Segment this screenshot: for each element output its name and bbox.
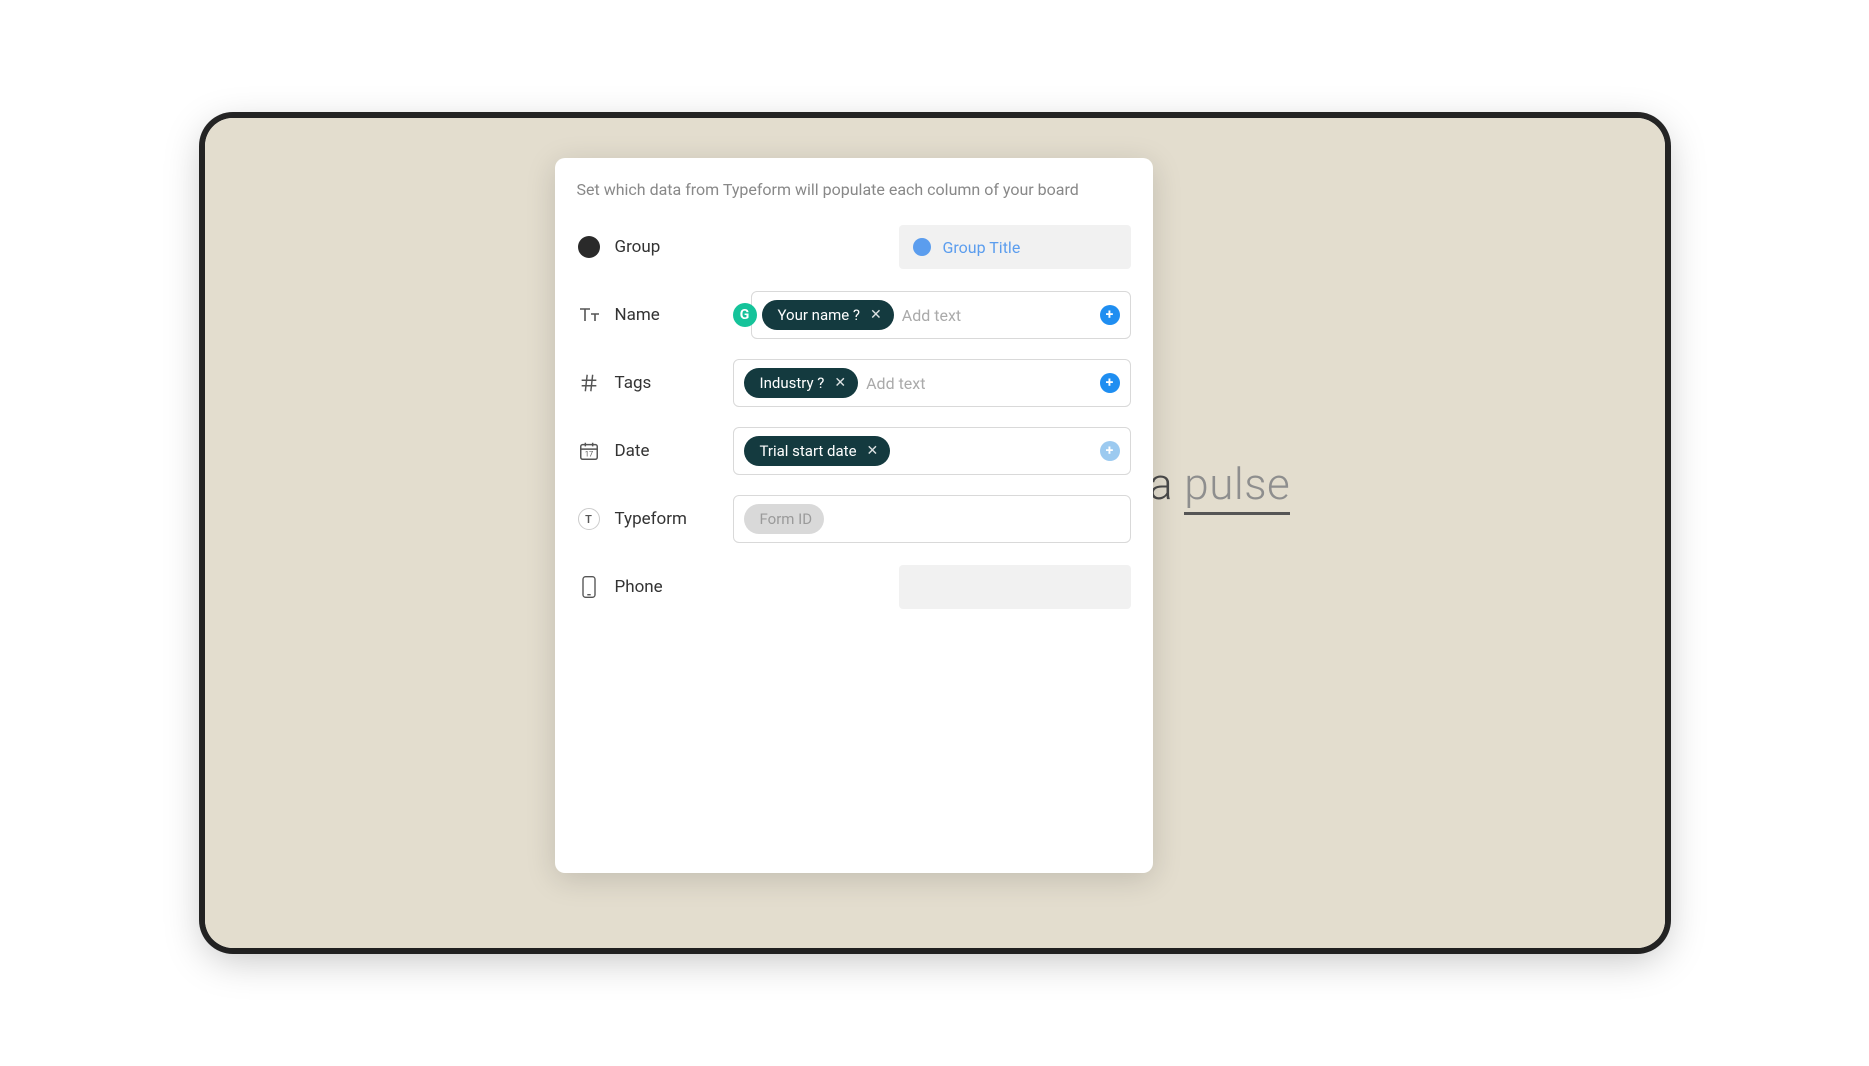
row-left-phone: Phone bbox=[577, 575, 733, 599]
row-label-phone: Phone bbox=[615, 577, 663, 597]
group-title-text: Group Title bbox=[943, 238, 1021, 257]
row-label-typeform: Typeform bbox=[615, 509, 687, 529]
row-left-name: Name bbox=[577, 303, 733, 327]
tags-field[interactable]: Industry ? ✕ Add text + bbox=[733, 359, 1131, 407]
row-label-date: Date bbox=[615, 441, 650, 461]
tags-add-button[interactable]: + bbox=[1100, 373, 1120, 393]
row-typeform: T Typeform Form ID bbox=[577, 495, 1131, 543]
phone-icon bbox=[577, 575, 601, 599]
row-left-tags: Tags bbox=[577, 371, 733, 395]
t-circle-icon: T bbox=[578, 508, 600, 530]
row-left-date: 17 Date bbox=[577, 439, 733, 463]
row-date: 17 Date Trial start date ✕ + bbox=[577, 427, 1131, 475]
row-label-tags: Tags bbox=[615, 373, 652, 393]
tags-placeholder: Add text bbox=[866, 374, 1091, 393]
text-icon bbox=[577, 303, 601, 327]
group-title-box[interactable]: Group Title bbox=[899, 225, 1131, 269]
date-pill-label: Trial start date bbox=[760, 442, 857, 460]
typeform-icon: T bbox=[577, 507, 601, 531]
row-right-tags: Industry ? ✕ Add text + bbox=[733, 359, 1131, 407]
tags-pill-remove-icon[interactable]: ✕ bbox=[834, 375, 846, 391]
typeform-pill-label: Form ID bbox=[760, 510, 813, 528]
group-icon bbox=[577, 235, 601, 259]
row-right-phone bbox=[733, 565, 1131, 609]
row-label-name: Name bbox=[615, 305, 660, 325]
mapping-panel: Set which data from Typeform will popula… bbox=[555, 158, 1153, 873]
typeform-field[interactable]: Form ID bbox=[733, 495, 1131, 543]
name-pill-remove-icon[interactable]: ✕ bbox=[870, 307, 882, 323]
row-right-group: Group Title bbox=[733, 225, 1131, 269]
device-frame: e a pulse Set which data from Typeform w… bbox=[205, 118, 1665, 948]
row-right-date: Trial start date ✕ + bbox=[733, 427, 1131, 475]
row-label-group: Group bbox=[615, 237, 661, 257]
plus-icon: + bbox=[1106, 443, 1114, 459]
hash-icon bbox=[577, 371, 601, 395]
row-group: Group Group Title bbox=[577, 223, 1131, 271]
tags-pill-label: Industry ? bbox=[760, 374, 825, 392]
row-name: Name G Your name ? ✕ Add text + bbox=[577, 291, 1131, 339]
tags-pill[interactable]: Industry ? ✕ bbox=[744, 368, 859, 398]
name-field[interactable]: Your name ? ✕ Add text + bbox=[751, 291, 1131, 339]
phone-empty-box[interactable] bbox=[899, 565, 1131, 609]
name-pill-label: Your name ? bbox=[778, 306, 861, 324]
name-pill[interactable]: Your name ? ✕ bbox=[762, 300, 894, 330]
panel-description: Set which data from Typeform will popula… bbox=[577, 180, 1131, 199]
row-right-name: G Your name ? ✕ Add text + bbox=[733, 291, 1131, 339]
plus-icon: + bbox=[1106, 307, 1114, 323]
row-right-typeform: Form ID bbox=[733, 495, 1131, 543]
typeform-pill: Form ID bbox=[744, 504, 825, 534]
row-phone: Phone bbox=[577, 563, 1131, 611]
calendar-icon: 17 bbox=[577, 439, 601, 463]
grammarly-icon[interactable]: G bbox=[733, 303, 757, 327]
background-text-emphasis: pulse bbox=[1184, 458, 1290, 515]
group-title-dot-icon bbox=[913, 238, 931, 256]
svg-text:17: 17 bbox=[584, 450, 592, 459]
date-add-button: + bbox=[1100, 441, 1120, 461]
date-pill[interactable]: Trial start date ✕ bbox=[744, 436, 891, 466]
row-left-typeform: T Typeform bbox=[577, 507, 733, 531]
plus-icon: + bbox=[1106, 375, 1114, 391]
row-tags: Tags Industry ? ✕ Add text + bbox=[577, 359, 1131, 407]
name-placeholder: Add text bbox=[902, 306, 1092, 325]
row-left-group: Group bbox=[577, 235, 733, 259]
date-field[interactable]: Trial start date ✕ + bbox=[733, 427, 1131, 475]
name-add-button[interactable]: + bbox=[1100, 305, 1120, 325]
date-pill-remove-icon[interactable]: ✕ bbox=[867, 443, 879, 459]
